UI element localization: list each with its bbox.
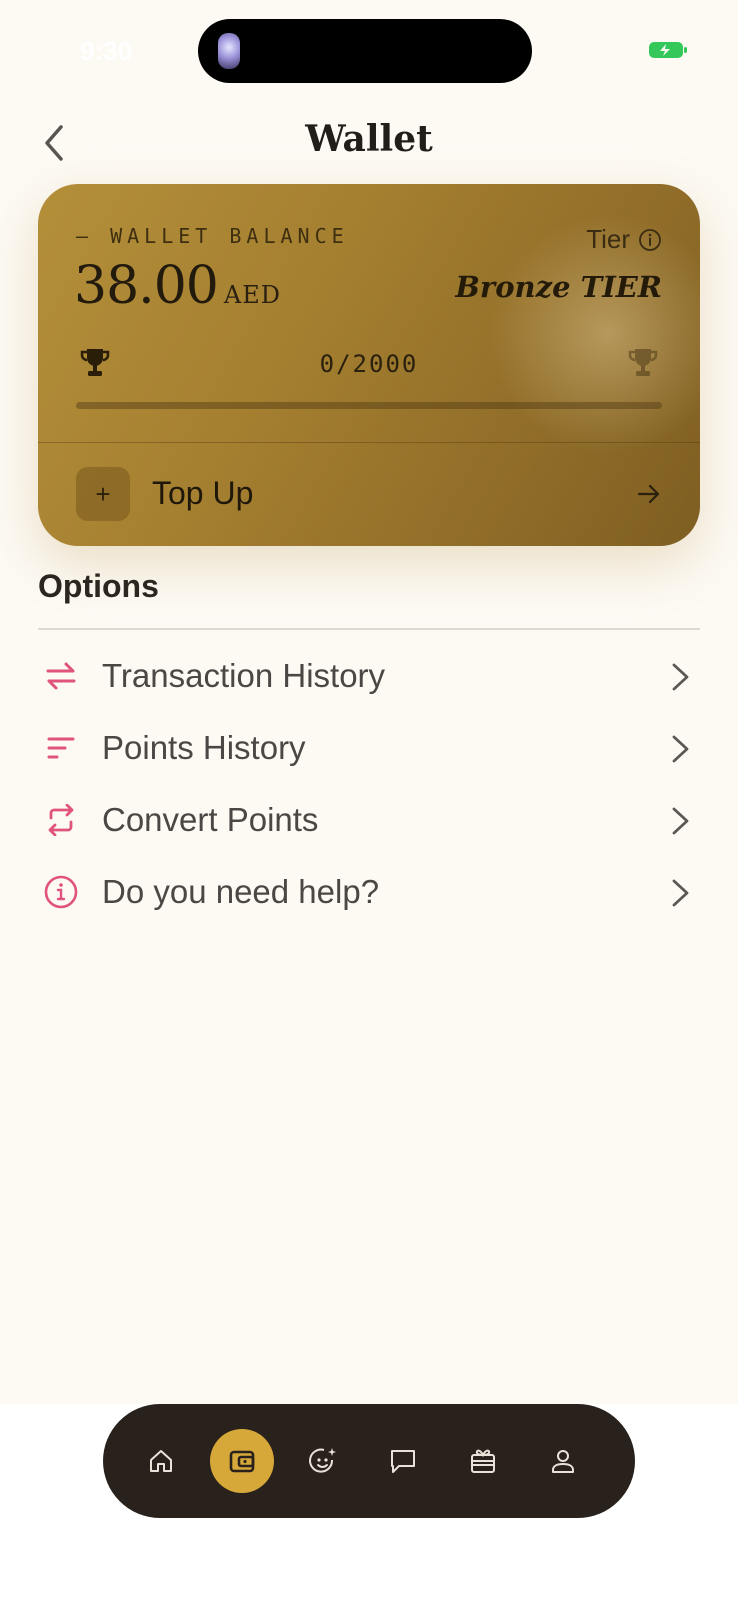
tier-value: Bronze TIER bbox=[455, 270, 662, 304]
info-circle-icon bbox=[38, 869, 84, 915]
points-progress-bar bbox=[76, 402, 662, 409]
battery-icon bbox=[649, 42, 687, 58]
balance-amount: 38.00 AED bbox=[74, 256, 281, 316]
chat-icon bbox=[391, 1450, 415, 1473]
user-icon bbox=[552, 1450, 574, 1473]
sparkle-face-icon bbox=[309, 1448, 336, 1473]
option-points-history[interactable]: Points History bbox=[38, 716, 700, 780]
info-icon[interactable] bbox=[638, 228, 662, 252]
balance-value: 38.00 bbox=[74, 256, 219, 316]
plus-icon: + bbox=[76, 467, 130, 521]
nav-wallet[interactable] bbox=[210, 1429, 274, 1493]
option-convert-points[interactable]: Convert Points bbox=[38, 788, 700, 852]
points-progress-text: 0/2000 bbox=[319, 350, 419, 378]
nav-profile[interactable] bbox=[531, 1429, 595, 1493]
top-up-button[interactable]: + Top Up bbox=[38, 443, 700, 546]
tier-label-text: Tier bbox=[586, 224, 630, 254]
chevron-right-icon bbox=[672, 807, 689, 835]
nav-gifts[interactable] bbox=[451, 1429, 515, 1493]
status-time: 9:30 bbox=[80, 36, 133, 66]
dynamic-island bbox=[198, 19, 532, 83]
tier-label[interactable]: Tier bbox=[586, 224, 662, 255]
wallet-icon bbox=[229, 1450, 255, 1473]
home-icon bbox=[150, 1450, 172, 1472]
nav-ai[interactable] bbox=[291, 1429, 355, 1493]
flashlight-icon bbox=[218, 33, 240, 69]
gift-card-icon bbox=[471, 1449, 495, 1473]
sort-lines-icon bbox=[38, 725, 84, 771]
option-label: Convert Points bbox=[102, 801, 319, 838]
option-label: Do you need help? bbox=[102, 873, 380, 910]
option-label: Points History bbox=[102, 729, 306, 766]
trophy-next-tier-icon bbox=[628, 349, 658, 376]
arrows-swap-icon bbox=[38, 653, 84, 699]
nav-home[interactable] bbox=[129, 1429, 193, 1493]
balance-currency: AED bbox=[223, 281, 281, 309]
balance-label: — WALLET BALANCE bbox=[76, 224, 349, 248]
page-title: Wallet bbox=[305, 118, 433, 160]
repeat-icon bbox=[38, 797, 84, 843]
option-label: Transaction History bbox=[102, 657, 386, 694]
chevron-right-icon bbox=[672, 663, 689, 691]
status-bar: 9:30 bbox=[0, 0, 738, 100]
top-up-label: Top Up bbox=[152, 475, 254, 511]
bottom-nav bbox=[103, 1404, 635, 1518]
arrow-right-icon bbox=[637, 484, 660, 504]
chevron-right-icon bbox=[672, 879, 689, 907]
options-divider bbox=[38, 628, 700, 630]
wallet-card: — WALLET BALANCE 38.00 AED Tier Bronze TI… bbox=[38, 184, 700, 546]
options-title: Options bbox=[38, 568, 159, 604]
nav-chat[interactable] bbox=[371, 1429, 435, 1493]
option-help[interactable]: Do you need help? bbox=[38, 860, 700, 924]
option-transaction-history[interactable]: Transaction History bbox=[38, 644, 700, 708]
chevron-right-icon bbox=[672, 735, 689, 763]
